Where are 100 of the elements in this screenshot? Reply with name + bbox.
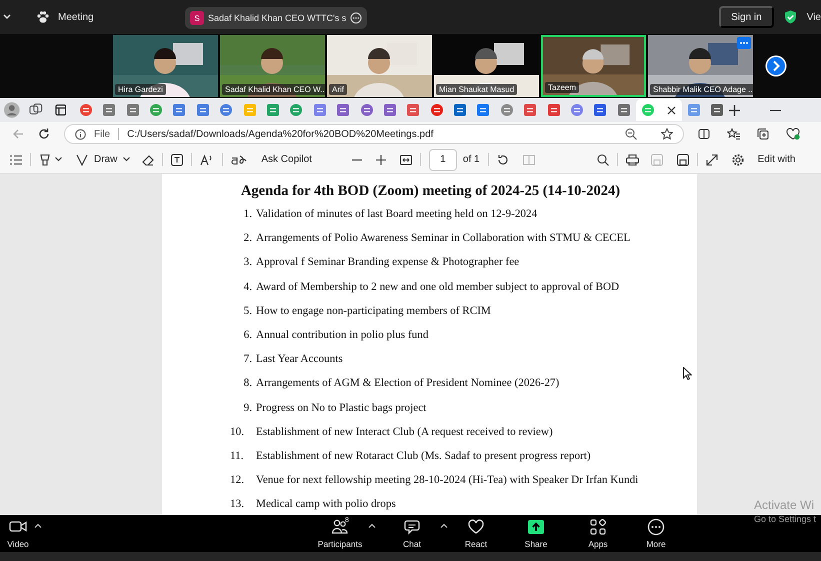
ask-copilot-button[interactable]: Ask Copilot [261,154,312,165]
control-label: Video [7,539,29,549]
agenda-item: Arrangements of AGM & Election of President Nominee (2026-27) [256,377,560,390]
read-aloud-icon[interactable] [200,154,214,166]
translate-icon[interactable] [231,154,248,166]
fullscreen-icon[interactable] [706,154,718,166]
url-text: C:/Users/sadaf/Downloads/Agenda%20for%20BOD%20Meetings.pdf [127,128,434,140]
control-label: Apps [588,539,608,549]
browser-essentials-icon[interactable] [786,128,800,140]
collections-icon[interactable] [757,128,769,140]
item-number: 13. [230,498,245,510]
speaker-name: Sadaf Khalid Khan CEO WTTC's s [208,13,346,23]
video-tile[interactable]: Arif [327,35,432,97]
active-speaker-pill[interactable]: S Sadaf Khalid Khan CEO WTTC's s [185,7,368,29]
avatar-initial: S [190,11,204,25]
ellipsis-icon [739,41,749,45]
next-page-icon[interactable] [765,55,787,77]
meeting-label: Meeting [58,12,94,22]
draw-button[interactable]: Draw [76,154,118,166]
item-number: 3. [242,256,253,268]
settings-icon[interactable] [732,154,744,166]
participant-name: Tazeem [545,82,580,93]
caret-up-icon[interactable] [368,523,376,528]
react-button[interactable]: React [448,518,504,549]
video-tile[interactable]: Hira Gardezi [113,35,218,97]
shield-check-icon [784,10,797,24]
heart-icon [467,518,485,536]
more-button[interactable]: More [628,518,684,549]
agenda-item: How to engage non-participating members of RCIM [256,304,491,317]
paw-icon [36,10,50,24]
control-label: Participants [318,539,362,549]
chat-bubble-icon [403,518,421,536]
control-label: React [464,539,488,549]
mouse-pointer-icon [683,367,692,380]
info-icon [75,128,86,140]
text-box-icon[interactable] [171,154,184,166]
split-screen-icon[interactable] [698,128,710,140]
zoom-out-icon[interactable] [625,128,637,140]
item-number: 8. [242,377,253,390]
agenda-item: Last Year Accounts [256,353,343,366]
item-number: 12. [230,474,245,486]
sign-in-button[interactable]: Sign in [719,6,774,28]
control-label: Chat [403,539,421,549]
new-tab-icon[interactable] [729,104,740,116]
participant-name: Hira Gardezi [115,84,166,95]
agenda-title: Agenda for 4th BOD (Zoom) meeting of 2024-25 (14-10-2024) [240,183,622,200]
more-icon [647,518,665,536]
search-icon[interactable] [596,154,609,166]
caret-up-icon[interactable] [440,523,448,528]
item-number: 2. [242,232,253,244]
view-button[interactable]: Vie [806,12,821,22]
workspaces-icon [29,103,43,117]
chat-button[interactable]: Chat [384,518,440,549]
profile-icon [4,102,20,118]
favorites-icon[interactable] [727,128,740,140]
page-count: of 1 [462,154,480,165]
zoom-in-icon[interactable] [376,154,386,164]
item-number: 10. [230,426,245,438]
item-number: 6. [242,328,253,341]
print-icon[interactable] [626,154,639,166]
fit-page-icon[interactable] [400,154,412,164]
video-tile[interactable]: Sadaf Khalid Khan CEO W... [220,35,325,97]
rotate-icon[interactable] [496,154,509,166]
caret-up-icon[interactable] [34,523,42,528]
address-bar[interactable]: File C:/Users/sadaf/Downloads/Agenda%20for%20BOD%20Meetings.pdf [64,124,684,144]
share-icon [527,518,545,536]
edit-with-button[interactable]: Edit with [758,154,796,165]
agenda-item: Establishment of new Rotaract Club (Ms. Sadaf to present progress report) [256,450,591,462]
more-options-button[interactable] [737,37,751,49]
video-tile[interactable]: Shabbir Malik CEO Adage ... [648,35,753,97]
video-tile[interactable]: Mian Shaukat Masud [434,35,539,97]
people-icon [331,518,349,536]
eraser-icon[interactable] [142,154,154,166]
highlighter-icon[interactable] [39,154,51,166]
share-button[interactable]: Share [508,518,564,549]
caret-icon [123,157,130,162]
apps-icon [589,518,607,536]
agenda-item: Approval f Seminar Branding expense & Photographer fee [256,256,520,268]
caret-icon [55,157,62,162]
agenda-item: Progress on No to Plastic bags project [256,402,426,414]
item-number: 11. [230,450,245,462]
apps-button[interactable]: Apps [570,518,626,549]
contents-icon[interactable] [10,154,22,164]
save-as-icon[interactable] [676,154,689,166]
file-label: File [94,128,110,140]
tab-actions-icon [54,104,66,116]
control-label: Share [524,539,548,549]
star-icon[interactable] [661,128,673,140]
video-tile[interactable]: Tazeem [541,35,646,97]
item-number: 7. [242,353,253,366]
page-number-field[interactable]: 1 [428,148,457,170]
close-icon[interactable] [666,106,676,114]
activate-windows-title: Activate Wi [754,498,816,512]
item-number: 4. [242,280,253,293]
agenda-item: Annual contribution in polio plus fund [256,328,428,341]
video-button[interactable]: Video [2,518,34,549]
refresh-icon[interactable] [38,128,50,140]
control-label: More [646,539,666,549]
agenda-item: Venue for next fellowship meeting 28-10-2024 (Hi-Tea) with Speaker Dr Irfan Kundi [256,474,638,486]
item-number: 9. [242,402,253,414]
